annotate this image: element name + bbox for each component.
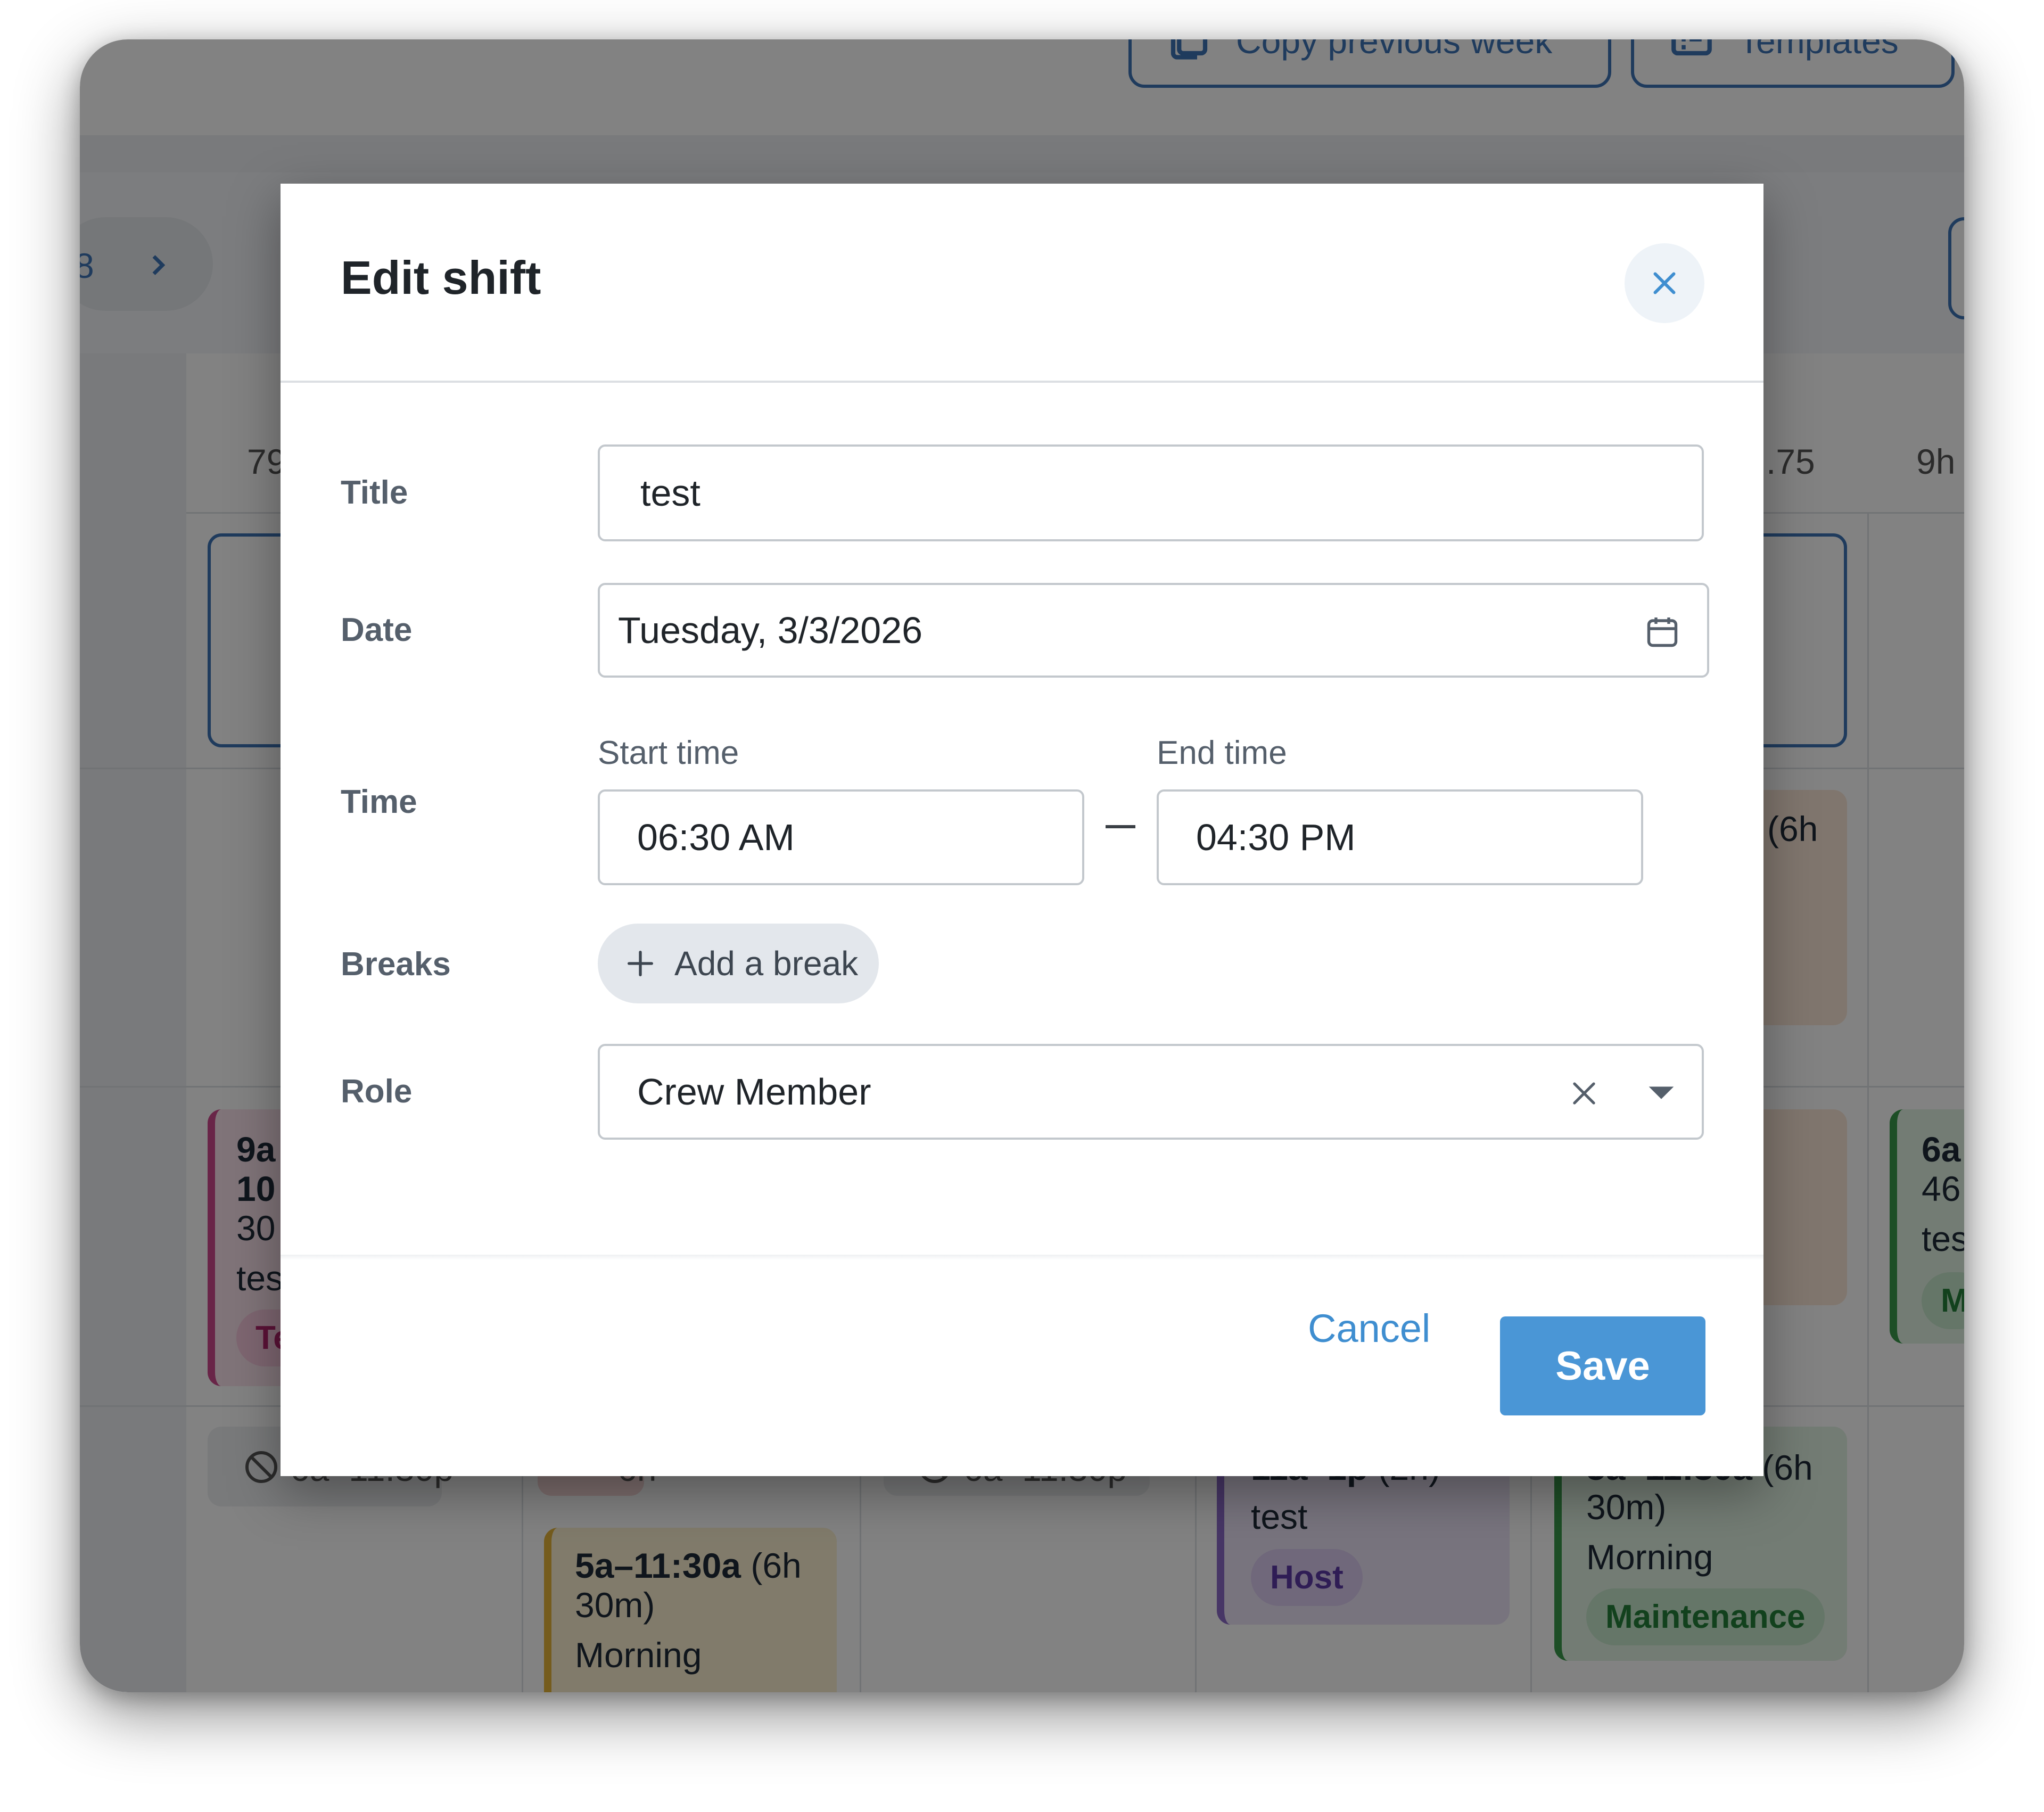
chevron-down-icon[interactable] [1646,1083,1676,1102]
title-input[interactable] [598,444,1704,541]
cancel-button[interactable]: Cancel [1308,1306,1430,1351]
start-time-text[interactable] [637,816,1082,859]
date-picker[interactable]: Tuesday, 3/3/2026 [598,583,1709,678]
footer-divider [281,1255,1763,1260]
role-select[interactable]: Crew Member [598,1044,1704,1140]
date-label: Date [341,612,413,648]
calendar-icon[interactable] [1643,612,1682,652]
save-button[interactable]: Save [1500,1316,1705,1415]
title-label: Title [341,474,408,511]
time-range-dash [1106,825,1135,828]
time-label: Time [341,784,417,820]
start-time-label: Start time [598,735,739,771]
header-divider [281,381,1763,383]
end-time-label: End time [1157,735,1287,771]
date-value: Tuesday, 3/3/2026 [618,610,923,651]
start-time-input[interactable] [598,789,1084,885]
end-time-text[interactable] [1196,816,1641,859]
dialog-title: Edit shift [341,251,541,304]
app-window: Copy previous week Templates 8 79 .75 9h [80,39,1964,1692]
role-label: Role [341,1073,413,1110]
edit-shift-dialog: Edit shift Title Date Tuesday, 3/3/2026 … [281,184,1763,1476]
plus-icon [628,951,653,976]
close-icon [1653,272,1676,294]
clear-icon[interactable] [1568,1077,1601,1110]
title-input-text[interactable] [640,472,1702,514]
role-value: Crew Member [637,1071,871,1113]
close-button[interactable] [1625,243,1704,323]
add-break-button[interactable]: Add a break [598,924,879,1003]
end-time-input[interactable] [1157,789,1643,885]
breaks-label: Breaks [341,946,451,983]
